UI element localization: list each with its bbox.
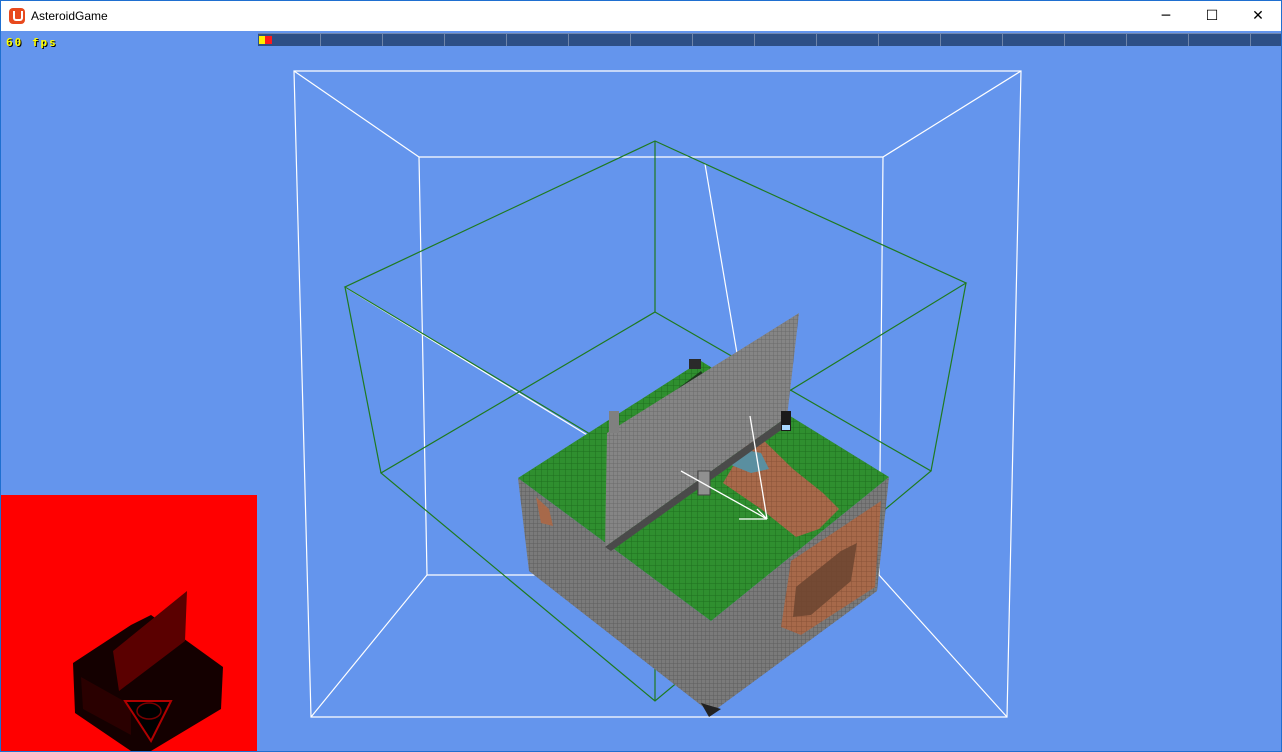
maximize-icon: ☐ xyxy=(1205,8,1219,24)
close-icon: ✕ xyxy=(1252,8,1264,24)
close-button[interactable]: ✕ xyxy=(1235,1,1281,31)
perf-bar-tick xyxy=(940,34,941,46)
window-controls: ─ ☐ ✕ xyxy=(1143,1,1281,31)
perf-bar-tick xyxy=(630,34,631,46)
monogame-logo-icon xyxy=(9,8,25,24)
voxel-asteroid xyxy=(518,313,889,717)
game-viewport[interactable]: 60 fps xyxy=(1,31,1281,751)
render-target-preview xyxy=(1,495,257,751)
minimize-button[interactable]: ─ xyxy=(1143,1,1189,31)
minimap-scene xyxy=(73,591,223,751)
perf-bar-tick xyxy=(754,34,755,46)
perf-bar-tick xyxy=(878,34,879,46)
window-title: AsteroidGame xyxy=(31,9,108,23)
perf-bar-tick xyxy=(382,34,383,46)
pillar-center xyxy=(697,470,711,496)
pillar-back xyxy=(689,359,701,369)
perf-bar-tick xyxy=(1064,34,1065,46)
perf-bar-tick xyxy=(320,34,321,46)
perf-bar-tick xyxy=(1126,34,1127,46)
pillar-left xyxy=(609,411,619,433)
performance-bar xyxy=(258,33,1281,46)
maximize-button[interactable]: ☐ xyxy=(1189,1,1235,31)
fps-counter: 60 fps xyxy=(6,36,58,49)
perf-bar-tick xyxy=(692,34,693,46)
perf-bar-tick xyxy=(1002,34,1003,46)
perf-bar-tick xyxy=(816,34,817,46)
game-window: AsteroidGame ─ ☐ ✕ 60 fps xyxy=(0,0,1282,752)
titlebar[interactable]: AsteroidGame ─ ☐ ✕ xyxy=(1,1,1281,31)
marker-light xyxy=(782,425,790,430)
perf-bar-draw-segment xyxy=(265,36,272,44)
perf-bar-tick xyxy=(1250,34,1251,46)
perf-bar-tick xyxy=(568,34,569,46)
perf-bar-tick xyxy=(1188,34,1189,46)
perf-bar-tick xyxy=(444,34,445,46)
perf-bar-tick xyxy=(506,34,507,46)
minimize-icon: ─ xyxy=(1161,8,1171,24)
